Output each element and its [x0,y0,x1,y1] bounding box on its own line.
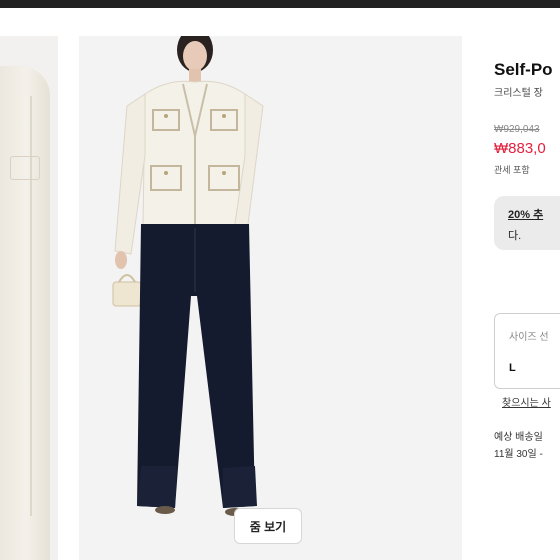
product-thumbnail-previous[interactable] [0,36,58,560]
size-selected-value: L [509,362,516,374]
brand-name[interactable]: Self-Po [494,60,553,80]
main-product-image[interactable] [79,36,462,560]
model-illustration [112,36,264,516]
estimated-delivery-label: 예상 배송일 [494,432,543,443]
top-bar [0,0,560,8]
size-select[interactable]: 사이즈 선 L [494,313,560,389]
promo-banner[interactable]: 20% 추 다. [494,196,560,250]
zoom-view-button[interactable]: 줌 보기 [234,508,302,544]
estimated-delivery-date: 11월 30일 - [494,449,543,460]
size-select-label: 사이즈 선 [509,332,549,343]
original-price: ₩929,043 [494,124,540,135]
size-guide-link[interactable]: 찾으시는 사 [502,394,551,409]
promo-headline: 20% 추 [508,209,544,221]
product-title: 크리스털 장 [494,88,543,99]
jacket-pocket [10,156,40,180]
product-info-panel: Self-Po 크리스털 장 ₩929,043 ₩883,0 관세 포함 20%… [484,0,560,560]
sale-price: ₩883,0 [494,140,546,157]
jacket-detail-image [0,66,50,560]
duty-included-note: 관세 포함 [494,165,530,175]
promo-body: 다. [508,230,522,242]
